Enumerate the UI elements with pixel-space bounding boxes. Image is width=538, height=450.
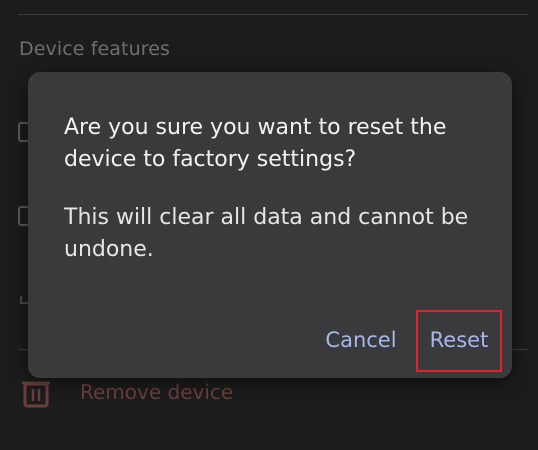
trash-icon [22,381,50,408]
dialog-message: This will clear all data and cannot be u… [64,205,469,262]
divider [18,14,528,15]
section-title-device-features: Device features [19,38,171,60]
cancel-button[interactable]: Cancel [323,322,399,358]
remove-device-label: Remove device [80,380,234,404]
remove-device-row[interactable]: Remove device [22,378,342,408]
reset-button-highlight [416,310,502,372]
dialog-title: Are you sure you want to reset the devic… [64,115,447,172]
